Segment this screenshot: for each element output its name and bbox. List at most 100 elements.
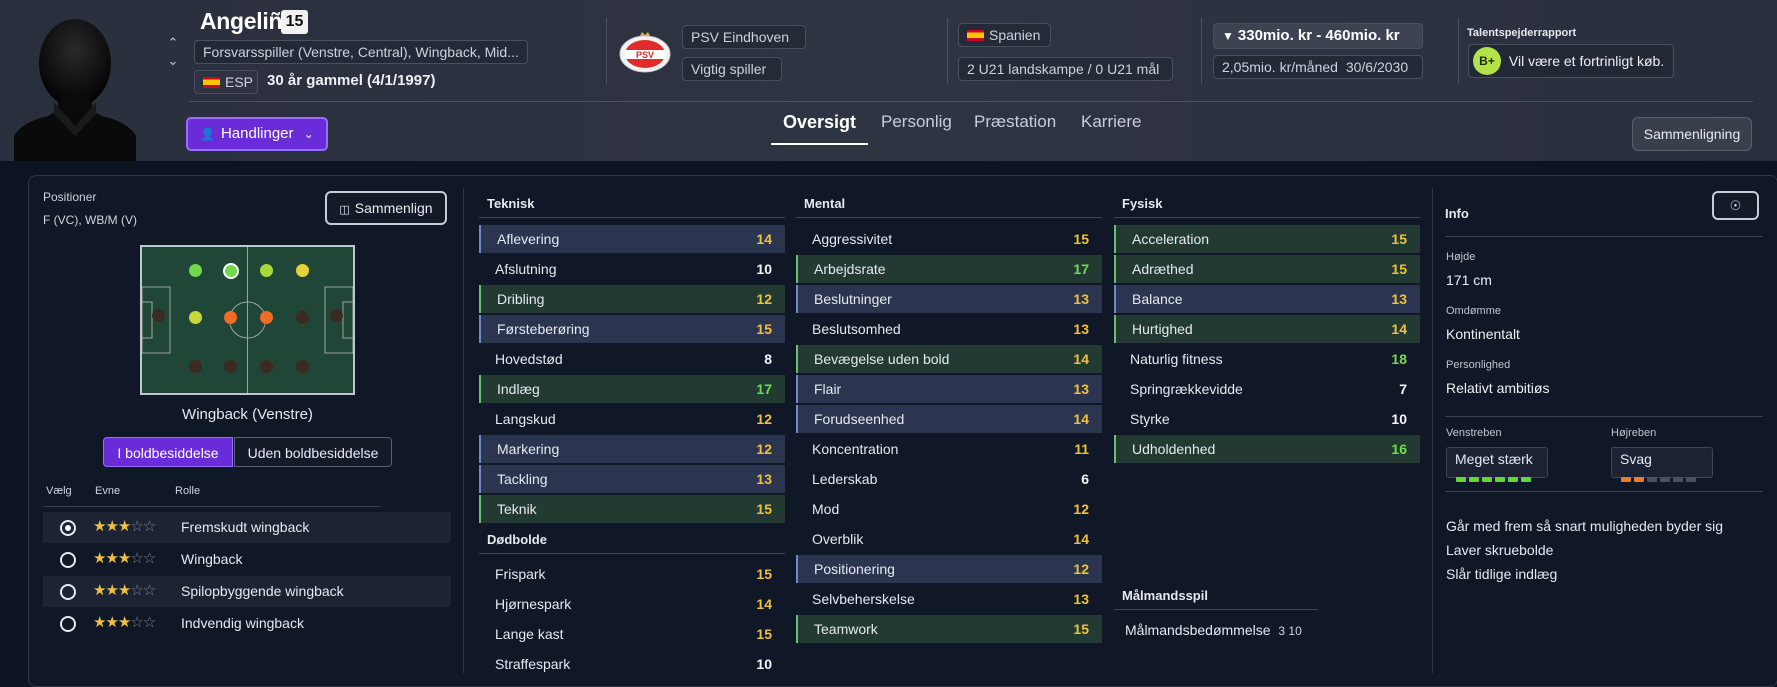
attribute-row[interactable]: Springrækkevidde 7 (1114, 375, 1420, 403)
attribute-row[interactable]: Mod 12 (796, 495, 1102, 523)
scout-report-box[interactable]: B+ Vil være et fortrinligt køb. (1468, 44, 1674, 78)
attribute-row[interactable]: Førsteberøring 15 (479, 315, 785, 343)
left-foot-value: Meget stærk (1455, 451, 1533, 467)
attribute-row[interactable]: Dribling 12 (479, 285, 785, 313)
attribute-row[interactable]: Naturlig fitness 18 (1114, 345, 1420, 373)
club-name-box[interactable]: PSV Eindhoven (682, 25, 806, 49)
header-line (189, 101, 1753, 102)
position-dot[interactable] (296, 264, 309, 277)
attribute-row[interactable]: Arbejdsrate 17 (796, 255, 1102, 283)
attribute-row[interactable]: Langskud 12 (479, 405, 785, 433)
attribute-row[interactable]: Teknik 15 (479, 495, 785, 523)
attribute-row[interactable]: Styrke 10 (1114, 405, 1420, 433)
attribute-row[interactable]: Hjørnespark 14 (479, 590, 785, 618)
positions-compare-button[interactable]: ◫ Sammenlign (325, 191, 447, 225)
positions-compare-label: Sammenlign (354, 200, 433, 216)
setpieces-line (479, 553, 785, 554)
mental-line (796, 217, 1102, 218)
role-radio[interactable] (60, 616, 76, 632)
attribute-row[interactable]: Adræthed 15 (1114, 255, 1420, 283)
info-settings-button[interactable]: ☉ (1712, 191, 1759, 220)
actions-button[interactable]: 👤 Handlinger ⌄ (186, 117, 328, 151)
attribute-row[interactable]: Indlæg 17 (479, 375, 785, 403)
position-dot[interactable] (224, 311, 237, 324)
role-row[interactable]: ★★★☆☆ Indvendig wingback (43, 608, 451, 639)
role-stars: ★★★☆☆ (93, 517, 156, 535)
position-dot[interactable] (260, 311, 273, 324)
attribute-row[interactable]: Tackling 13 (479, 465, 785, 493)
attribute-name: Udholdenhed (1132, 441, 1216, 457)
meter-segment (1660, 477, 1670, 482)
position-dot[interactable] (296, 311, 309, 324)
position-dot[interactable] (152, 309, 165, 322)
attribute-row[interactable]: Positionering 12 (796, 555, 1102, 583)
attribute-row[interactable]: Hurtighed 14 (1114, 315, 1420, 343)
role-row[interactable]: ★★★☆☆ Fremskudt wingback (43, 512, 451, 543)
attribute-row[interactable]: Koncentration 11 (796, 435, 1102, 463)
attribute-name: Teknik (497, 501, 537, 517)
position-dot-selected[interactable] (223, 263, 239, 279)
attribute-row[interactable]: Acceleration 15 (1114, 225, 1420, 253)
attribute-name: Lange kast (495, 626, 564, 642)
role-radio[interactable] (60, 552, 76, 568)
reputation-label: Omdømme (1446, 305, 1501, 317)
nationality-box[interactable]: ESP (194, 70, 258, 94)
attribute-name: Beslutninger (814, 291, 892, 307)
player-switcher[interactable]: ⌃ ⌄ (163, 34, 183, 70)
position-dot[interactable] (260, 264, 273, 277)
attribute-value: 15 (756, 501, 772, 517)
personality-value: Relativt ambitiøs (1446, 380, 1550, 396)
attribute-row[interactable]: Bevægelse uden bold 14 (796, 345, 1102, 373)
attribute-row[interactable]: Forudseenhed 14 (796, 405, 1102, 433)
attribute-row[interactable]: Frispark 15 (479, 560, 785, 588)
attribute-row[interactable]: Aflevering 14 (479, 225, 785, 253)
attribute-row[interactable]: Lange kast 15 (479, 620, 785, 648)
attribute-row[interactable]: Udholdenhed 16 (1114, 435, 1420, 463)
star-empty-icon: ☆ (142, 518, 156, 535)
attribute-row[interactable]: Markering 12 (479, 435, 785, 463)
tab-career[interactable]: Karriere (1081, 112, 1141, 132)
club-logo[interactable]: PSV (618, 30, 672, 74)
country-box[interactable]: Spanien (958, 23, 1051, 47)
position-dot[interactable] (296, 360, 309, 373)
attribute-row[interactable]: Beslutsomhed 13 (796, 315, 1102, 343)
attribute-row[interactable]: Lederskab 6 (796, 465, 1102, 493)
toggle-out-possession[interactable]: Uden boldbesiddelse (234, 437, 392, 467)
position-pitch[interactable] (140, 245, 355, 395)
attribute-row[interactable]: Overblik 14 (796, 525, 1102, 553)
position-dot[interactable] (189, 360, 202, 373)
toggle-in-possession[interactable]: I boldbesiddelse (103, 437, 233, 467)
chevron-down-icon[interactable]: ⌄ (163, 52, 183, 70)
attribute-row[interactable]: Selvbeherskelse 13 (796, 585, 1102, 613)
attribute-row[interactable]: Balance 13 (1114, 285, 1420, 313)
player-number-badge: 15 (281, 10, 308, 34)
position-dot[interactable] (224, 360, 237, 373)
role-radio[interactable] (60, 584, 76, 600)
comparison-button[interactable]: Sammenligning (1632, 117, 1752, 151)
chevron-up-icon[interactable]: ⌃ (163, 34, 183, 52)
attribute-row[interactable]: Flair 13 (796, 375, 1102, 403)
attribute-row[interactable]: Aggressivitet 15 (796, 225, 1102, 253)
value-box[interactable]: ▼ 330mio. kr - 460mio. kr (1213, 23, 1423, 49)
attribute-value: 14 (1073, 351, 1089, 367)
position-dot[interactable] (189, 264, 202, 277)
attribute-name: Aggressivitet (812, 231, 893, 247)
attribute-row[interactable]: Beslutninger 13 (796, 285, 1102, 313)
tab-overview[interactable]: Oversigt (783, 112, 856, 133)
attribute-row[interactable]: Afslutning 10 (479, 255, 785, 283)
meter-segment (1634, 477, 1644, 482)
tab-personal[interactable]: Personlig (881, 112, 952, 132)
goalkeeping-label: Målmandsbedømmelse (1125, 622, 1271, 638)
position-dot[interactable] (260, 360, 273, 373)
role-row[interactable]: ★★★☆☆ Spilopbyggende wingback (43, 576, 451, 607)
attribute-value: 15 (756, 626, 772, 642)
attribute-row[interactable]: Straffespark 10 (479, 650, 785, 678)
tab-performance[interactable]: Præstation (974, 112, 1056, 132)
attribute-row[interactable]: Hovedstød 8 (479, 345, 785, 373)
position-dot[interactable] (330, 309, 343, 322)
role-radio[interactable] (60, 520, 76, 536)
position-dot[interactable] (189, 311, 202, 324)
role-row[interactable]: ★★★☆☆ Wingback (43, 544, 451, 575)
goalkeeping-line (1114, 609, 1318, 610)
attribute-row[interactable]: Teamwork 15 (796, 615, 1102, 643)
